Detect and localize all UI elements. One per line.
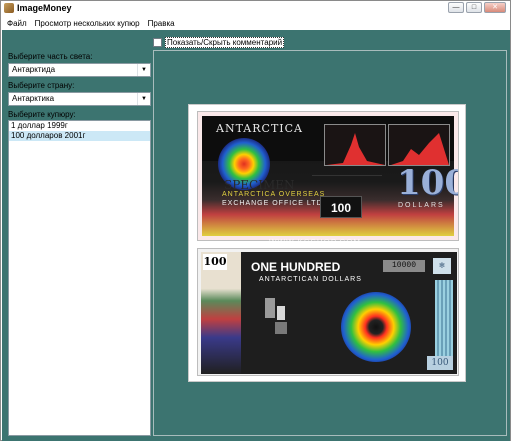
app-icon	[4, 3, 14, 13]
menu-multi-view[interactable]: Просмотр нескольких купюр	[31, 19, 144, 28]
region-select[interactable]: Антарктида ▼	[8, 63, 151, 77]
front-title: ANTARCTICA	[216, 122, 303, 135]
banknote-front: ANTARCTICA 100 DOLLARS SPECIMEN ANTARCTI…	[197, 111, 459, 241]
window-controls: — □ ✕	[448, 2, 506, 13]
close-button[interactable]: ✕	[484, 2, 506, 13]
chevron-down-icon[interactable]: ▼	[137, 93, 150, 105]
list-item[interactable]: 1 доллар 1999г	[9, 121, 150, 131]
region-select-value: Антарктида	[12, 65, 56, 74]
list-item-selected[interactable]: 100 долларов 2001г	[9, 131, 150, 141]
serial-number: 10000	[383, 260, 425, 272]
menu-bar: Файл Просмотр нескольких купюр Правка	[1, 16, 510, 30]
filter-panel: Выберите часть света: Антарктида ▼ Выбер…	[6, 30, 151, 437]
menu-edit[interactable]: Правка	[144, 19, 179, 28]
issuer-line-1: ANTARCTICA OVERSEAS	[222, 191, 326, 198]
front-stamp: 100	[320, 196, 362, 218]
region-label: Выберите часть света:	[8, 52, 93, 61]
back-title: ONE HUNDRED	[251, 260, 341, 274]
comments-checkbox[interactable]	[153, 37, 162, 47]
comments-toggle[interactable]: Показать/Скрыть комментарий	[153, 36, 285, 48]
banknote-back: 100 ONE HUNDRED ANTARCTICAN DOLLARS 1000…	[197, 248, 459, 376]
ozone-globe-image	[341, 292, 411, 362]
satellite-icon	[265, 298, 287, 334]
banknote-list[interactable]: 1 доллар 1999г 100 долларов 2001г	[8, 120, 151, 436]
specimen-text: SPECIMEN	[224, 178, 295, 192]
front-currency: DOLLARS	[398, 202, 445, 209]
issuer-line-2: EXCHANGE OFFICE LTD	[222, 200, 323, 207]
chart-icon	[391, 133, 449, 165]
snowflake-icon: ❄	[433, 258, 451, 274]
back-corner-denomination: 100	[203, 254, 227, 270]
chart-icon	[327, 133, 385, 165]
app-window: ImageMoney — □ ✕ Файл Просмотр нескольки…	[0, 0, 511, 441]
country-select-value: Антарктика	[12, 94, 55, 103]
graph-right	[388, 124, 450, 166]
chevron-down-icon[interactable]: ▼	[137, 64, 150, 76]
banknote-image: ANTARCTICA 100 DOLLARS SPECIMEN ANTARCTI…	[188, 104, 466, 382]
title-bar: ImageMoney — □ ✕	[1, 1, 510, 16]
banknote-label: Выберите купюру:	[8, 110, 76, 119]
country-select[interactable]: Антарктика ▼	[8, 92, 151, 106]
window-title: ImageMoney	[17, 3, 72, 13]
minimize-button[interactable]: —	[448, 2, 464, 13]
maximize-button[interactable]: □	[466, 2, 482, 13]
comments-toggle-label[interactable]: Показать/Скрыть комментарий	[165, 36, 285, 48]
country-label: Выберите страну:	[8, 81, 75, 90]
signature-line	[312, 166, 382, 176]
watermark-text: WWW.KCSHOP.COM	[269, 238, 362, 247]
menu-file[interactable]: Файл	[3, 19, 31, 28]
graph-left	[324, 124, 386, 166]
back-bottom-denomination: 100	[427, 356, 453, 370]
front-denomination: 100	[397, 163, 458, 203]
back-subtitle: ANTARCTICAN DOLLARS	[259, 276, 362, 283]
